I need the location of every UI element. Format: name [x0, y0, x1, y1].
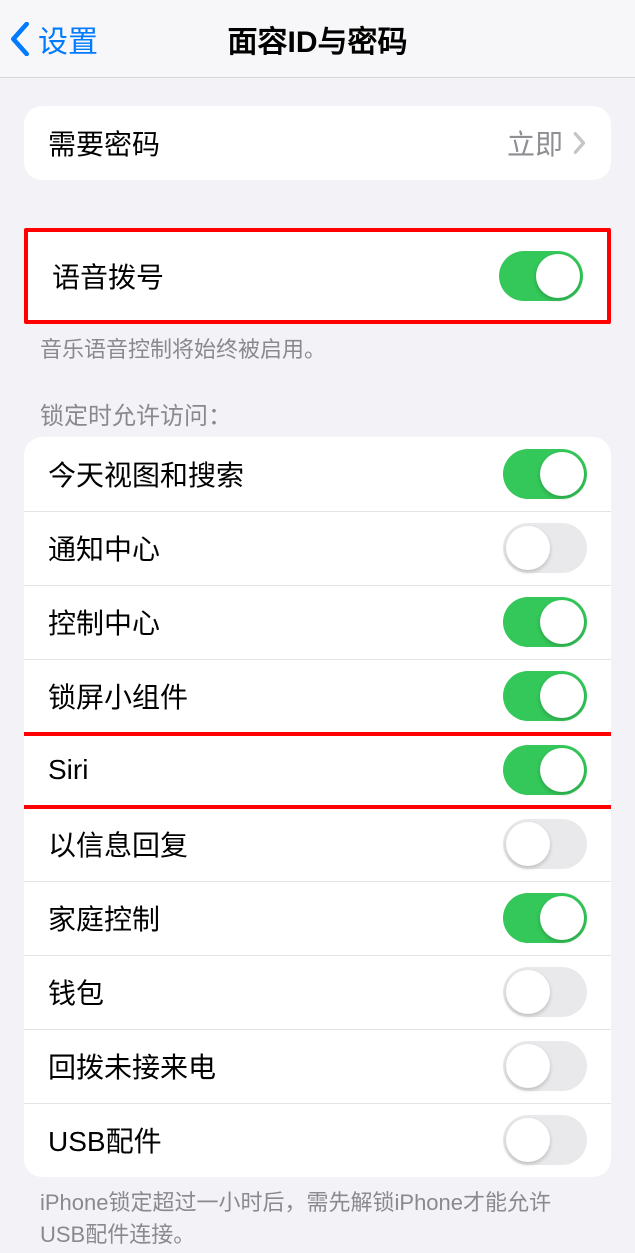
usb-label: USB配件 [48, 1120, 162, 1160]
row-today-view: 今天视图和搜索 [24, 437, 611, 511]
control-center-toggle[interactable] [503, 597, 587, 647]
row-voice-dial: 语音拨号 [28, 232, 607, 320]
voice-dial-label: 语音拨号 [52, 256, 164, 296]
wallet-toggle[interactable] [503, 967, 587, 1017]
row-lock-widgets: 锁屏小组件 [24, 659, 611, 733]
group-require-passcode: 需要密码 立即 [24, 106, 611, 180]
siri-label: Siri [48, 754, 88, 786]
back-button[interactable]: 设置 [0, 17, 98, 61]
siri-toggle[interactable] [503, 745, 587, 795]
row-reply-message: 以信息回复 [24, 807, 611, 881]
today-view-toggle[interactable] [503, 449, 587, 499]
today-view-label: 今天视图和搜索 [48, 454, 244, 494]
notification-center-toggle[interactable] [503, 523, 587, 573]
voice-dial-toggle[interactable] [499, 251, 583, 301]
lock-widgets-label: 锁屏小组件 [48, 676, 188, 716]
group-allow-when-locked: 今天视图和搜索 通知中心 控制中心 锁屏小组件 Siri 以信息回复 家庭控制 [24, 437, 611, 1177]
home-control-toggle[interactable] [503, 893, 587, 943]
callback-toggle[interactable] [503, 1041, 587, 1091]
row-usb: USB配件 [24, 1103, 611, 1177]
wallet-label: 钱包 [48, 972, 104, 1012]
row-siri: Siri [24, 733, 611, 807]
callback-label: 回拨未接来电 [48, 1046, 216, 1086]
chevron-right-icon [573, 131, 587, 155]
row-notification-center: 通知中心 [24, 511, 611, 585]
require-passcode-value: 立即 [507, 123, 563, 163]
nav-bar: 设置 面容ID与密码 [0, 0, 635, 78]
allow-when-locked-header: 锁定时允许访问： [40, 396, 595, 431]
usb-toggle[interactable] [503, 1115, 587, 1165]
back-label: 设置 [38, 17, 98, 61]
row-require-passcode[interactable]: 需要密码 立即 [24, 106, 611, 180]
usb-footer: iPhone锁定超过一小时后，需先解锁iPhone才能允许USB配件连接。 [40, 1187, 595, 1251]
home-control-label: 家庭控制 [48, 898, 160, 938]
row-callback: 回拨未接来电 [24, 1029, 611, 1103]
control-center-label: 控制中心 [48, 602, 160, 642]
lock-widgets-toggle[interactable] [503, 671, 587, 721]
reply-message-toggle[interactable] [503, 819, 587, 869]
require-passcode-label: 需要密码 [48, 123, 160, 163]
row-home-control: 家庭控制 [24, 881, 611, 955]
notification-center-label: 通知中心 [48, 528, 160, 568]
row-control-center: 控制中心 [24, 585, 611, 659]
chevron-left-icon [10, 22, 30, 56]
row-wallet: 钱包 [24, 955, 611, 1029]
voice-dial-footer: 音乐语音控制将始终被启用。 [40, 334, 595, 366]
reply-message-label: 以信息回复 [48, 824, 188, 864]
group-voice-dial: 语音拨号 [24, 228, 611, 324]
